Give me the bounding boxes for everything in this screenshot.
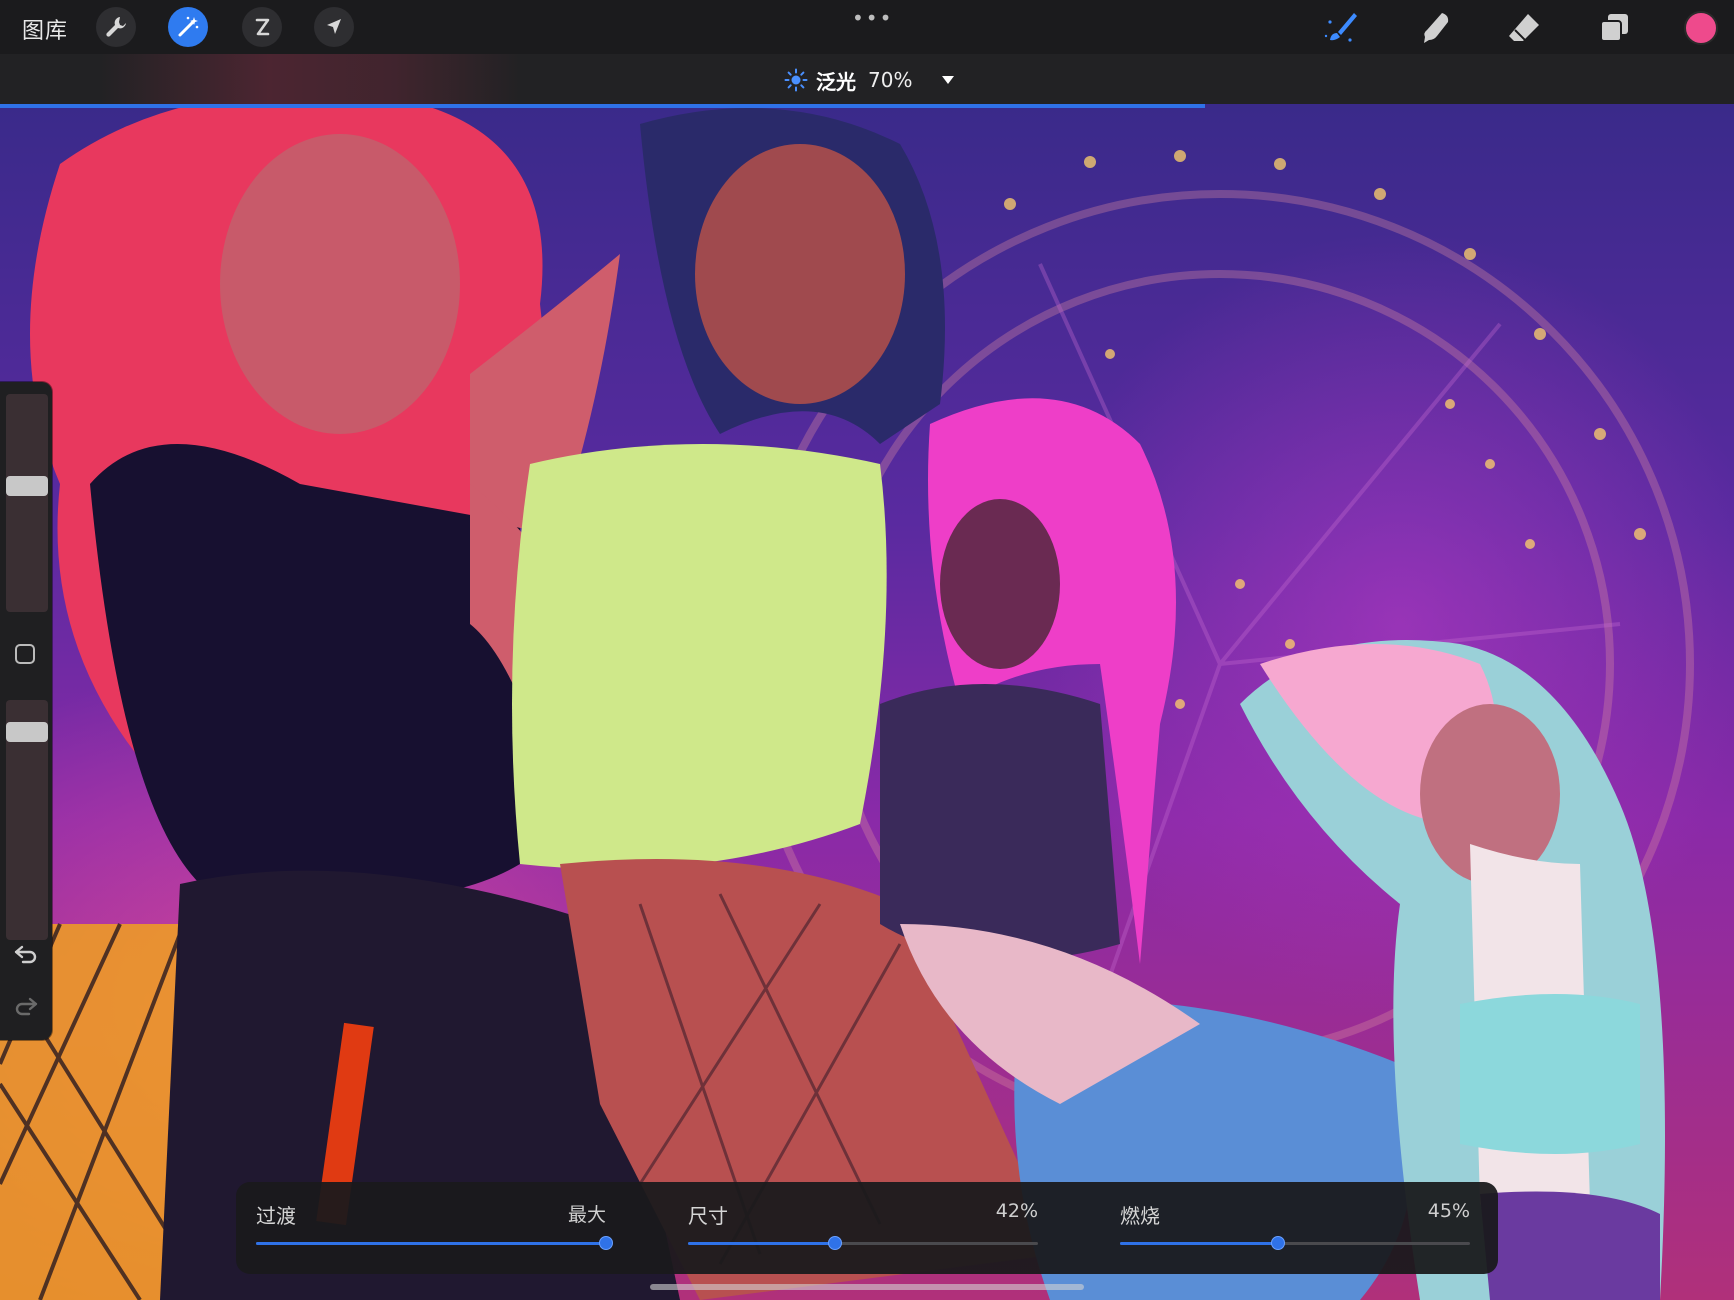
- burn-label: 燃烧: [1120, 1204, 1160, 1228]
- burn-slider-knob[interactable]: [1270, 1236, 1285, 1250]
- left-sidebar: [0, 382, 52, 1040]
- sun-glow-icon: [784, 68, 808, 92]
- smudge-tool-button[interactable]: [1416, 8, 1456, 48]
- transition-value: 最大: [567, 1204, 606, 1226]
- adjustments-button[interactable]: [168, 7, 208, 47]
- layers-icon: [1600, 14, 1628, 42]
- wrench-icon: [106, 17, 126, 37]
- adjustment-progress-fill: [0, 104, 1206, 108]
- transform-button[interactable]: [314, 7, 354, 47]
- erase-tool-button[interactable]: [1504, 8, 1544, 48]
- triangle-down-icon[interactable]: [940, 72, 956, 88]
- more-options-icon[interactable]: •••: [852, 6, 893, 30]
- brush-size-slider[interactable]: [6, 394, 48, 612]
- actions-button[interactable]: [96, 7, 136, 47]
- paint-tool-button[interactable]: [1322, 8, 1362, 48]
- artwork-illustration: [0, 104, 1694, 1300]
- adjustment-name: 泛光: [816, 69, 856, 94]
- color-picker-swatch[interactable]: [1684, 11, 1718, 45]
- size-slider-knob[interactable]: [828, 1236, 842, 1250]
- brush-icon: [1324, 13, 1357, 42]
- opacity-thumb[interactable]: [6, 722, 48, 742]
- size-slider[interactable]: [688, 1236, 1038, 1250]
- adjustment-controls-panel: 过渡 最大 尺寸 42% 燃烧 45%: [236, 1182, 1498, 1274]
- transition-slider-fill: [256, 1242, 606, 1245]
- size-label: 尺寸: [688, 1204, 728, 1228]
- eraser-icon: [1509, 14, 1539, 42]
- opacity-slider[interactable]: [6, 700, 48, 940]
- undo-button[interactable]: [12, 940, 40, 968]
- selection-icon: [255, 18, 270, 36]
- burn-slider-fill: [1120, 1242, 1278, 1245]
- redo-icon: [15, 997, 38, 1016]
- undo-icon: [14, 945, 37, 964]
- layers-button[interactable]: [1594, 8, 1634, 48]
- smudge-icon: [1424, 13, 1449, 43]
- size-value: 42%: [995, 1200, 1038, 1222]
- transform-arrow-icon: [327, 19, 341, 34]
- adjustment-selector[interactable]: 泛光 70%: [784, 66, 956, 94]
- top-toolbar: 图库 •••: [0, 0, 1734, 54]
- transition-label: 过渡: [256, 1204, 296, 1228]
- gallery-button[interactable]: 图库: [22, 13, 68, 45]
- brush-size-thumb[interactable]: [6, 475, 48, 496]
- home-indicator[interactable]: [650, 1284, 1084, 1290]
- burn-control: 燃烧 45%: [1100, 1182, 1470, 1274]
- adjustment-percent: 70%: [868, 68, 913, 92]
- size-control: 尺寸 42%: [668, 1182, 1038, 1274]
- burn-slider[interactable]: [1120, 1236, 1470, 1250]
- size-slider-fill: [688, 1242, 835, 1245]
- banner-gradient: [100, 54, 520, 104]
- square-modifier-icon[interactable]: [15, 644, 35, 664]
- adjustment-progress-bar: [0, 104, 1734, 108]
- canvas-artwork[interactable]: [0, 104, 1734, 1300]
- transition-control: 过渡 最大: [236, 1182, 613, 1274]
- transition-slider[interactable]: [256, 1236, 613, 1250]
- transition-slider-knob[interactable]: [599, 1236, 613, 1250]
- selection-button[interactable]: [242, 7, 282, 47]
- burn-value: 45%: [1427, 1200, 1470, 1222]
- redo-button[interactable]: [12, 992, 40, 1020]
- magic-wand-icon: [178, 16, 199, 37]
